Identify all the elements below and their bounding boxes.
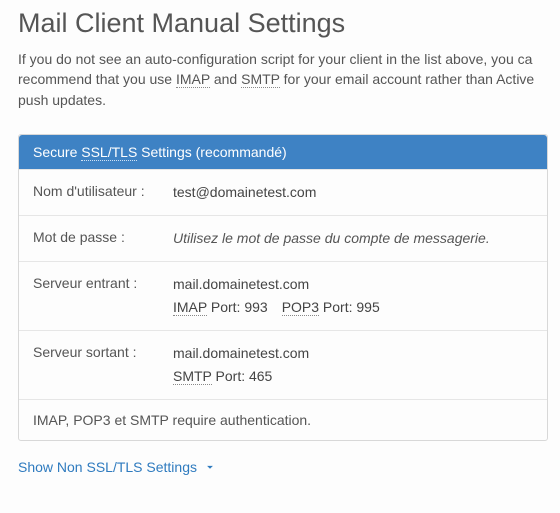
intro-frag: recommend that you use	[18, 71, 176, 87]
incoming-label: Serveur entrant :	[33, 274, 173, 292]
incoming-value: mail.domainetest.com IMAP Port: 993 POP3 …	[173, 274, 533, 318]
outgoing-label: Serveur sortant :	[33, 343, 173, 361]
outgoing-value: mail.domainetest.com SMTP Port: 465	[173, 343, 533, 387]
incoming-host: mail.domainetest.com	[173, 274, 533, 295]
toggle-label: Show Non SSL/TLS Settings	[18, 459, 197, 475]
outgoing-host: mail.domainetest.com	[173, 343, 533, 364]
imap-abbr: IMAP	[173, 299, 207, 316]
password-hint: Utilisez le mot de passe du compte de me…	[173, 230, 490, 246]
username-value: test@domainetest.com	[173, 182, 533, 203]
pop3-abbr: POP3	[282, 299, 319, 316]
panel-header: Secure SSL/TLS Settings (recommandé)	[19, 135, 547, 169]
chevron-down-icon	[203, 460, 217, 474]
smtp-abbr: SMTP	[173, 368, 212, 385]
username-row: Nom d'utilisateur : test@domainetest.com	[19, 169, 547, 215]
password-label: Mot de passe :	[33, 228, 173, 246]
ssltls-abbr: SSL/TLS	[81, 144, 137, 161]
pop3-port: Port: 995	[319, 299, 380, 315]
page-title: Mail Client Manual Settings	[18, 8, 560, 39]
password-value: Utilisez le mot de passe du compte de me…	[173, 228, 533, 249]
smtp-abbr: SMTP	[241, 71, 280, 88]
imap-port: Port: 993	[207, 299, 268, 315]
panel-header-text: Settings (recommandé)	[137, 144, 286, 160]
imap-abbr: IMAP	[176, 71, 210, 88]
auth-note: IMAP, POP3 et SMTP require authenticatio…	[19, 399, 547, 440]
outgoing-ports: SMTP Port: 465	[173, 366, 533, 387]
smtp-port: Port: 465	[212, 368, 273, 384]
intro-frag: push updates.	[18, 92, 106, 108]
password-row: Mot de passe : Utilisez le mot de passe …	[19, 215, 547, 261]
intro-text: If you do not see an auto-configuration …	[18, 49, 558, 110]
intro-frag: If you do not see an auto-configuration …	[18, 51, 532, 67]
show-non-ssl-toggle[interactable]: Show Non SSL/TLS Settings	[18, 459, 217, 475]
intro-frag: and	[210, 71, 241, 87]
ssl-settings-panel: Secure SSL/TLS Settings (recommandé) Nom…	[18, 134, 548, 441]
outgoing-row: Serveur sortant : mail.domainetest.com S…	[19, 330, 547, 399]
username-label: Nom d'utilisateur :	[33, 182, 173, 200]
panel-header-text: Secure	[33, 144, 81, 160]
incoming-ports: IMAP Port: 993 POP3 Port: 995	[173, 297, 533, 318]
intro-frag: for your email account rather than Activ…	[280, 71, 534, 87]
incoming-row: Serveur entrant : mail.domainetest.com I…	[19, 261, 547, 330]
